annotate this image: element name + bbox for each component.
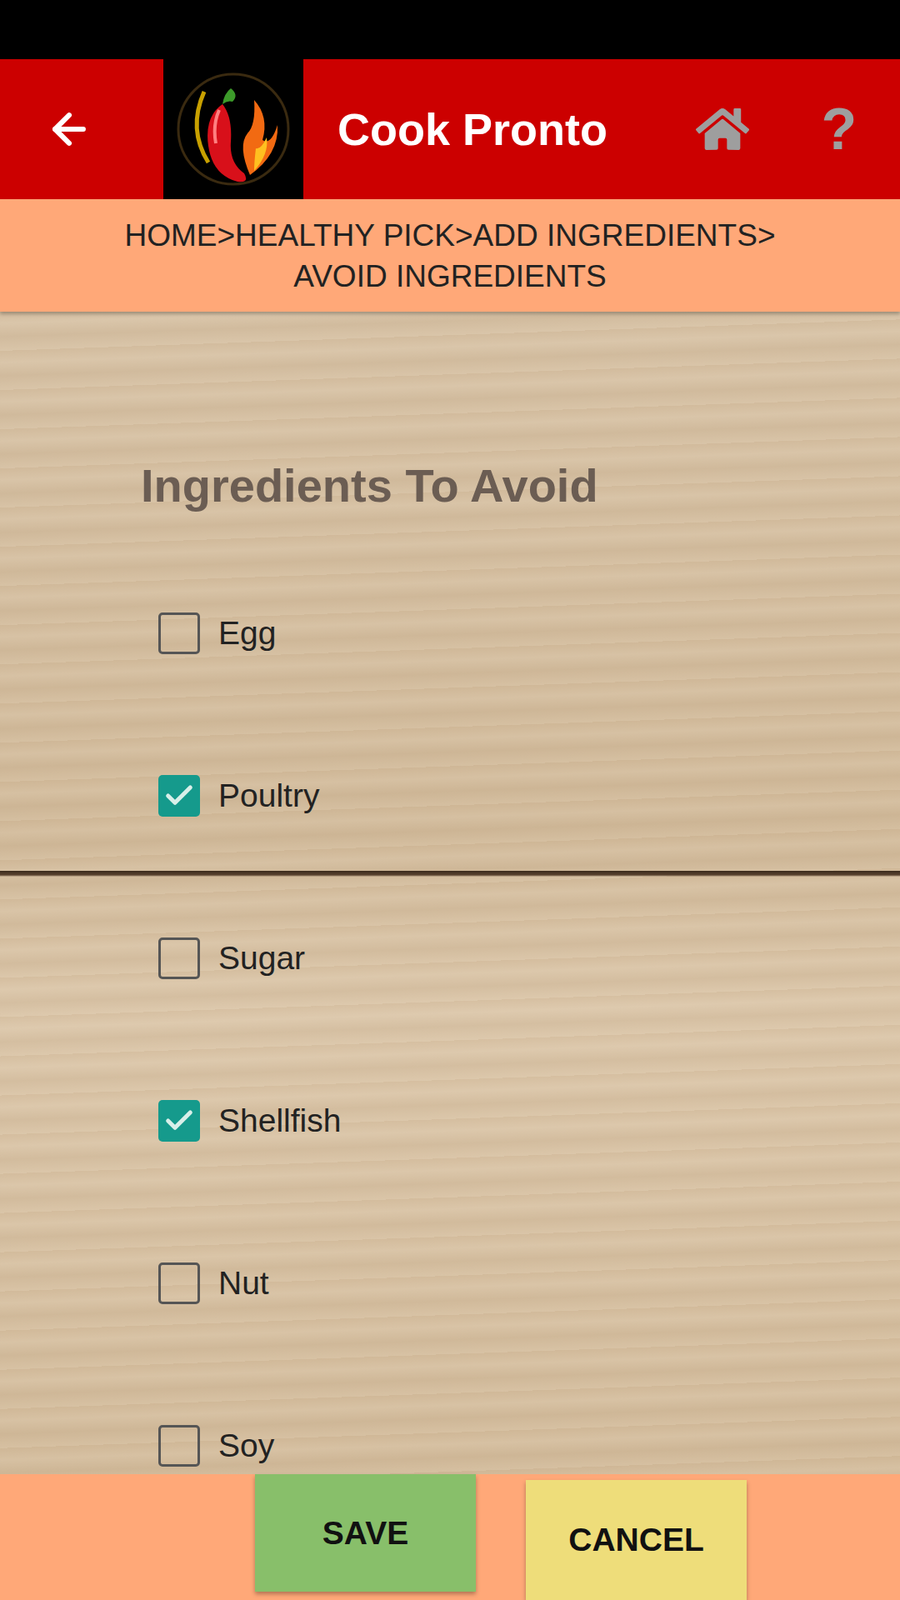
breadcrumb-item[interactable]: AVOID INGREDIENTS <box>293 259 607 294</box>
app-logo <box>163 59 304 200</box>
status-bar <box>0 0 900 60</box>
checkbox[interactable] <box>158 775 200 817</box>
ingredient-row[interactable]: Egg <box>158 551 900 715</box>
checkbox[interactable] <box>158 1262 200 1305</box>
cancel-button[interactable]: CANCEL <box>525 1480 747 1600</box>
home-icon <box>695 102 750 156</box>
checkbox[interactable] <box>158 1425 200 1467</box>
ingredient-row[interactable]: Shellfish <box>158 1039 900 1202</box>
checkbox[interactable] <box>158 1100 200 1142</box>
section-title: Ingredients To Avoid <box>140 458 900 514</box>
ingredient-list: Egg Poultry Sugar Shellfish Nut Soy <box>140 551 900 1475</box>
back-arrow-icon <box>45 105 94 154</box>
ingredient-label: Shellfish <box>218 1102 341 1140</box>
check-icon <box>162 779 196 813</box>
ingredient-row[interactable]: Nut <box>158 1201 900 1365</box>
help-button[interactable]: ? <box>793 59 885 200</box>
checkbox[interactable] <box>158 612 200 655</box>
ingredient-row[interactable]: Poultry <box>158 714 900 877</box>
screen: Cook Pronto?HOME>HEALTHY PICK>ADD INGRED… <box>0 0 900 1600</box>
chili-logo-icon <box>170 66 296 192</box>
check-icon <box>162 1104 196 1138</box>
breadcrumb: HOME>HEALTHY PICK>ADD INGREDIENTS> AVOID … <box>0 199 900 312</box>
ingredient-row[interactable]: Sugar <box>158 876 900 1040</box>
breadcrumb-item[interactable]: ADD INGREDIENTS> <box>473 218 776 253</box>
breadcrumb-item[interactable]: HOME> <box>125 218 236 253</box>
bottom-bar: SAVE CANCEL <box>0 1474 900 1600</box>
home-button[interactable] <box>676 59 769 200</box>
save-button[interactable]: SAVE <box>255 1474 476 1592</box>
app-header: Cook Pronto? <box>0 59 900 200</box>
ingredient-label: Egg <box>218 615 276 652</box>
ingredient-row[interactable]: Soy <box>158 1364 900 1475</box>
ingredient-label: Sugar <box>218 940 305 977</box>
checkbox[interactable] <box>158 937 200 980</box>
content-panel: Ingredients To Avoid Egg Poultry Sugar Shell… <box>0 311 900 1475</box>
breadcrumb-item[interactable]: HEALTHY PICK> <box>235 218 474 253</box>
back-button[interactable] <box>0 59 164 200</box>
app-title: Cook Pronto <box>337 103 677 155</box>
ingredient-label: Nut <box>218 1265 270 1302</box>
ingredient-label: Poultry <box>218 777 320 815</box>
ingredient-label: Soy <box>218 1427 275 1465</box>
